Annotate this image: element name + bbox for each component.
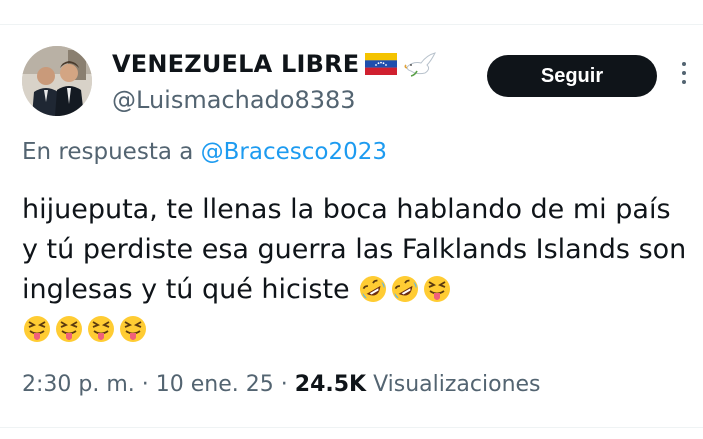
top-divider xyxy=(0,24,703,25)
author-display-name[interactable]: VENEZUELA LIBRE xyxy=(112,50,359,78)
reply-context: En respuesta a @Bracesco2023 xyxy=(22,139,387,165)
squinting-tongue-emoji xyxy=(422,274,452,304)
views-count[interactable]: 24.5K xyxy=(295,372,366,397)
follow-button[interactable]: Seguir xyxy=(487,55,657,97)
tweet-body: hijueputa, te llenas la boca hablando de… xyxy=(22,190,692,350)
rofl-emoji xyxy=(358,274,388,304)
meta-separator: · xyxy=(141,372,149,397)
squinting-tongue-emoji xyxy=(22,314,52,344)
more-vertical-icon[interactable] xyxy=(678,62,690,90)
author-display-name-row[interactable]: VENEZUELA LIBRE xyxy=(112,50,437,78)
avatar[interactable] xyxy=(22,46,92,116)
dove-icon xyxy=(404,52,437,77)
meta-separator: · xyxy=(280,372,288,397)
squinting-tongue-emoji xyxy=(86,314,116,344)
squinting-tongue-emoji xyxy=(54,314,84,344)
reply-mention-link[interactable]: @Bracesco2023 xyxy=(201,139,387,165)
tweet-date[interactable]: 10 ene. 25 xyxy=(156,372,274,397)
bottom-divider xyxy=(0,427,703,428)
venezuela-flag-icon xyxy=(365,53,398,75)
views-label[interactable]: Visualizaciones xyxy=(373,372,540,397)
tweet-time[interactable]: 2:30 p. m. xyxy=(22,372,135,397)
reply-prefix: En respuesta a xyxy=(22,139,194,165)
avatar-image xyxy=(22,46,92,116)
squinting-tongue-emoji xyxy=(118,314,148,344)
tweet-text: hijueputa, te llenas la boca hablando de… xyxy=(22,194,687,305)
rofl-emoji xyxy=(390,274,420,304)
tweet-meta: 2:30 p. m. · 10 ene. 25 · 24.5K Visualiz… xyxy=(22,372,541,397)
author-handle[interactable]: @Luismachado8383 xyxy=(112,86,356,114)
